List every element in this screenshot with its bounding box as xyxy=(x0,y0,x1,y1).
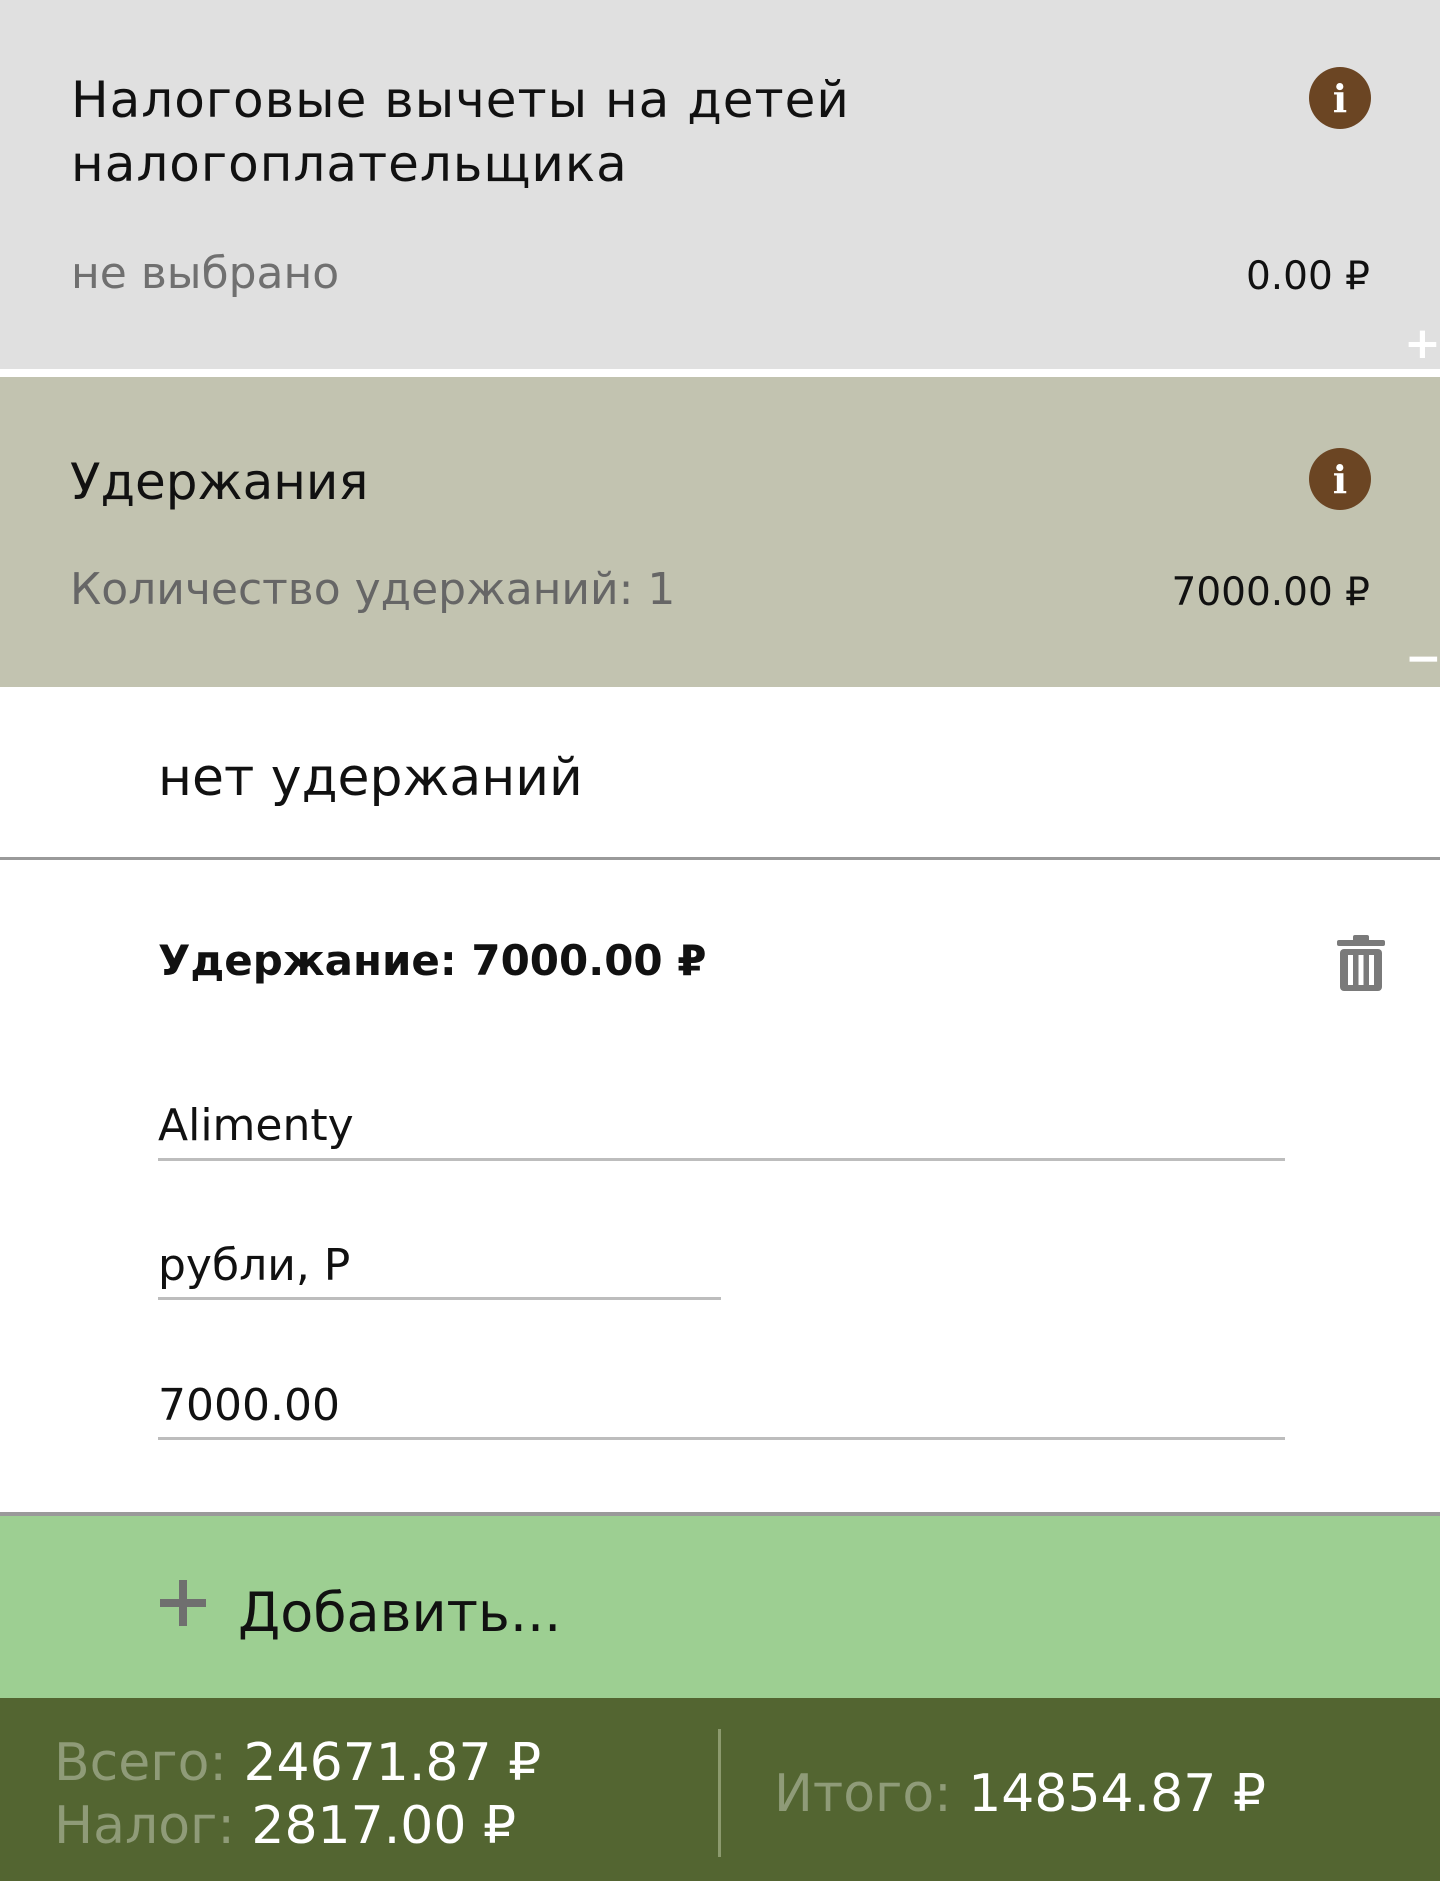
result-summary: Итого: 14854.87 ₽ xyxy=(774,1763,1266,1825)
currency-select[interactable]: рубли, Р xyxy=(158,1238,350,1294)
total-summary: Всего: 24671.87 ₽ xyxy=(54,1732,541,1794)
holdings-count: Количество удержаний: 1 xyxy=(70,564,676,615)
tax-summary: Налог: 2817.00 ₽ xyxy=(54,1795,516,1857)
total-value: 24671.87 ₽ xyxy=(243,1733,542,1793)
holdings-title: Удержания xyxy=(70,453,369,511)
add-button[interactable] xyxy=(0,1516,1440,1698)
field-underline xyxy=(158,1437,1285,1440)
total-label: Всего: xyxy=(54,1733,227,1793)
no-holdings-label: нет удержаний xyxy=(158,748,583,808)
info-icon[interactable]: i xyxy=(1309,448,1371,510)
section-divider xyxy=(0,369,1440,377)
field-underline xyxy=(158,1297,721,1300)
holding-name-field[interactable]: Alimenty xyxy=(158,1098,354,1154)
info-icon[interactable]: i xyxy=(1309,67,1371,129)
add-button-label: Добавить... xyxy=(238,1581,562,1644)
holding-amount-field[interactable]: 7000.00 xyxy=(158,1378,340,1434)
footer-divider xyxy=(718,1729,721,1857)
result-label: Итого: xyxy=(774,1764,952,1824)
holdings-header[interactable] xyxy=(0,377,1440,687)
tax-value: 2817.00 ₽ xyxy=(251,1796,517,1856)
trash-icon[interactable] xyxy=(1336,934,1386,992)
field-underline xyxy=(158,1158,1285,1161)
children-deductions-title: Налоговые вычеты на детей налогоплательщ… xyxy=(71,71,850,193)
expand-icon[interactable]: + xyxy=(1404,322,1440,366)
result-value: 14854.87 ₽ xyxy=(968,1764,1266,1824)
plus-icon xyxy=(158,1578,208,1628)
holdings-amount: 7000.00 ₽ xyxy=(1171,570,1371,615)
tax-label: Налог: xyxy=(54,1796,235,1856)
children-deductions-amount: 0.00 ₽ xyxy=(1245,254,1370,299)
children-deductions-status: не выбрано xyxy=(71,248,340,299)
holding-item-title: Удержание: 7000.00 ₽ xyxy=(158,936,707,985)
collapse-icon[interactable]: − xyxy=(1405,637,1440,681)
